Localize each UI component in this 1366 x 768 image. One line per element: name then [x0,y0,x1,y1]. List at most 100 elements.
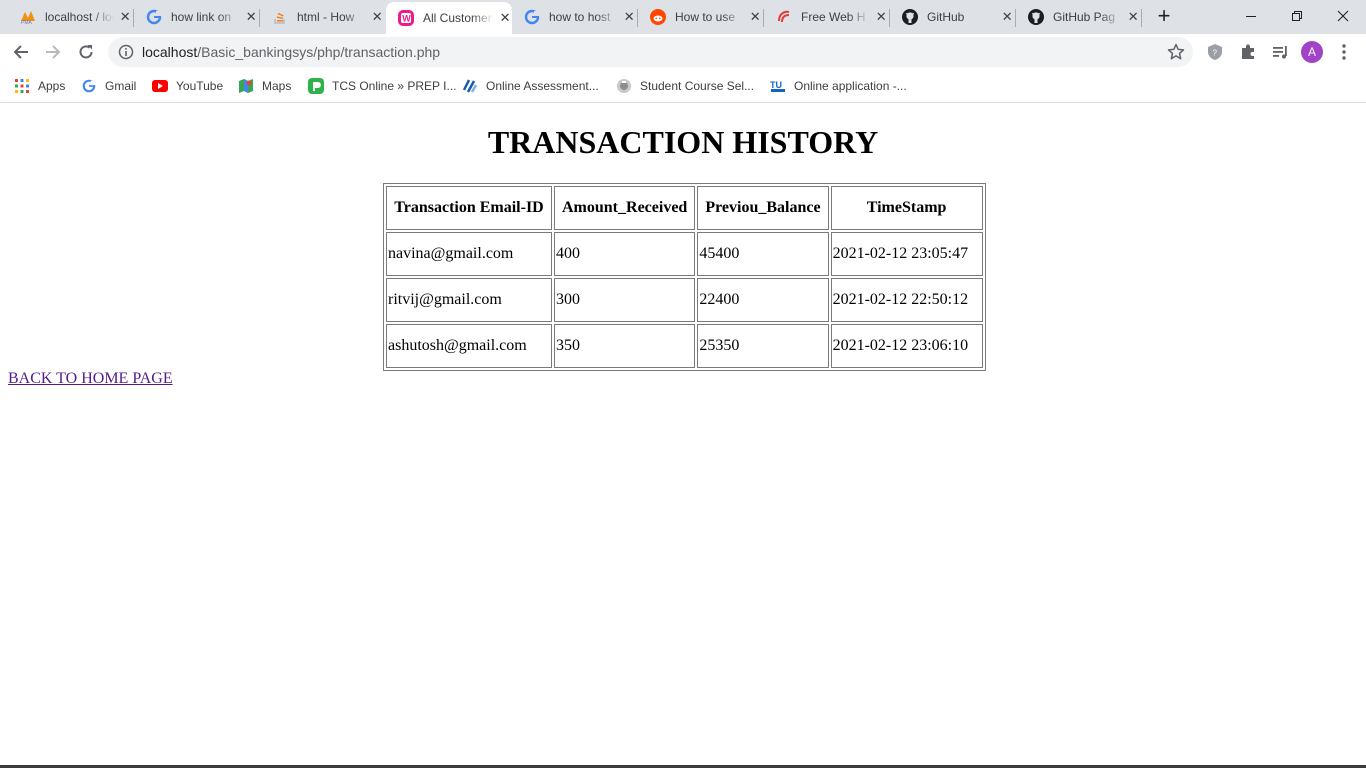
back-button[interactable] [7,38,35,66]
tab-title: GitHub [927,10,997,24]
bookmark-gmail[interactable]: Gmail [81,76,136,96]
table-row: ashutosh@gmail.com 350 25350 2021-02-12 … [386,324,983,368]
tab-github-pages[interactable]: GitHub Pag ✕ [1016,0,1140,34]
bookmark-label: Gmail [105,79,137,93]
bookmark-youtube[interactable]: YouTube [152,76,223,96]
minimize-icon [1246,16,1256,17]
stackoverflow-icon [272,9,288,25]
arrow-left-icon [13,45,28,59]
plus-icon: + [1157,3,1171,28]
bookmark-maps[interactable]: Maps [238,76,291,96]
address-bar[interactable]: localhost/Basic_bankingsys/php/transacti… [108,37,1193,67]
tab-title: how link on [171,10,241,24]
close-icon[interactable]: ✕ [748,9,762,25]
bookmark-tcs-online[interactable]: TCS Online » PREP I... [308,76,457,96]
close-icon[interactable]: ✕ [622,9,636,25]
email-cell: ritvij@gmail.com [386,278,552,322]
puzzle-icon [1242,44,1254,59]
page-content: TRANSACTION HISTORY Transaction Email-ID… [0,103,1366,768]
tab-google-search-1[interactable]: how link on ✕ [134,0,258,34]
bookmark-apps[interactable]: Apps [14,76,65,96]
tab-github[interactable]: GitHub ✕ [890,0,1014,34]
profile-avatar[interactable]: A [1301,41,1323,63]
back-to-home-link[interactable]: BACK TO HOME PAGE [8,370,173,388]
site-w-icon: W [398,10,414,26]
extensions-button[interactable] [1238,42,1258,62]
bookmark-label: YouTube [176,79,224,93]
restore-icon [1292,11,1302,21]
github-icon [902,9,918,25]
bookmark-online-application[interactable]: TU Online application -... [770,76,907,96]
close-icon[interactable]: ✕ [244,9,258,25]
tab-reddit[interactable]: How to use ✕ [638,0,762,34]
tab-all-customers[interactable]: W All Customers ✕ [386,2,512,34]
transaction-table: Transaction Email-ID Amount_Received Pre… [383,183,986,371]
timestamp-cell: 2021-02-12 23:06:10 [830,324,983,368]
amount-cell: 300 [554,278,696,322]
tab-title: All Customers [423,11,495,25]
close-icon[interactable]: ✕ [498,10,512,26]
bookmark-label: Online Assessment... [486,79,599,93]
close-icon[interactable]: ✕ [1000,9,1014,25]
tab-google-search-2[interactable]: how to host ✕ [512,0,636,34]
url-text: localhost/Basic_bankingsys/php/transacti… [142,44,440,60]
bookmark-online-assessment[interactable]: Online Assessment... [462,76,599,96]
shield-icon: ? [1208,44,1222,60]
email-cell: navina@gmail.com [386,232,552,276]
google-icon [524,9,540,25]
timestamp-cell: 2021-02-12 23:05:47 [830,232,983,276]
bookmark-star-icon[interactable] [1167,43,1185,61]
youtube-icon [152,78,168,94]
tab-title: html - How [297,10,367,24]
timestamp-cell: 2021-02-12 22:50:12 [830,278,983,322]
tab-title: Free Web H [801,10,871,24]
balance-cell: 25350 [697,324,829,368]
balance-cell: 22400 [697,278,829,322]
webhost-icon [776,9,792,25]
close-window-button[interactable] [1320,0,1366,32]
close-icon[interactable]: ✕ [1126,9,1140,25]
google-icon [81,78,97,94]
url-path: /Basic_bankingsys/php/transaction.php [197,44,441,60]
balance-cell: 45400 [697,232,829,276]
minimize-button[interactable] [1228,0,1274,32]
info-icon[interactable] [118,44,134,60]
tab-localhost[interactable]: PMA localhost / localhost ✕ [8,0,132,34]
tab-strip: PMA localhost / localhost ✕ how link on … [0,0,1366,34]
bookmark-label: Student Course Sel... [640,79,755,93]
close-icon [1337,10,1349,22]
bookmark-student-course[interactable]: Student Course Sel... [616,76,754,96]
url-host: localhost [142,44,198,60]
playlist-icon [1273,46,1287,59]
arrow-right-icon [46,45,61,59]
media-queue-button[interactable] [1270,42,1290,62]
tab-title: localhost / localhost [45,10,115,24]
browser-toolbar: localhost/Basic_bankingsys/php/transacti… [0,34,1366,70]
table-header-row: Transaction Email-ID Amount_Received Pre… [386,186,983,230]
course-icon [616,78,632,94]
bookmarks-bar: Apps Gmail YouTube Maps TCS Online » PRE… [0,70,1366,103]
new-tab-button[interactable]: + [1142,0,1186,32]
page-title: TRANSACTION HISTORY [487,124,879,160]
reload-icon [79,45,93,59]
close-icon[interactable]: ✕ [118,9,132,25]
svg-text:TU: TU [770,80,782,90]
close-icon[interactable]: ✕ [370,9,384,25]
tab-stackoverflow[interactable]: html - How ✕ [260,0,384,34]
close-icon[interactable]: ✕ [874,9,888,25]
github-icon [1028,9,1044,25]
browser-menu-button[interactable] [1334,42,1354,62]
bookmark-label: TCS Online » PREP I... [332,79,457,93]
svg-text:?: ? [1213,49,1218,58]
shield-extension-button[interactable]: ? [1205,42,1225,62]
forward-button[interactable] [39,38,67,66]
tab-free-web-hosting[interactable]: Free Web H ✕ [764,0,888,34]
tab-title: how to host [549,10,619,24]
reload-button[interactable] [72,38,100,66]
svg-text:W: W [402,14,411,24]
tcs-icon [308,78,324,94]
assessment-icon [462,78,478,94]
restore-button[interactable] [1274,0,1320,32]
google-icon [146,9,162,25]
kebab-menu-icon [1342,44,1346,60]
